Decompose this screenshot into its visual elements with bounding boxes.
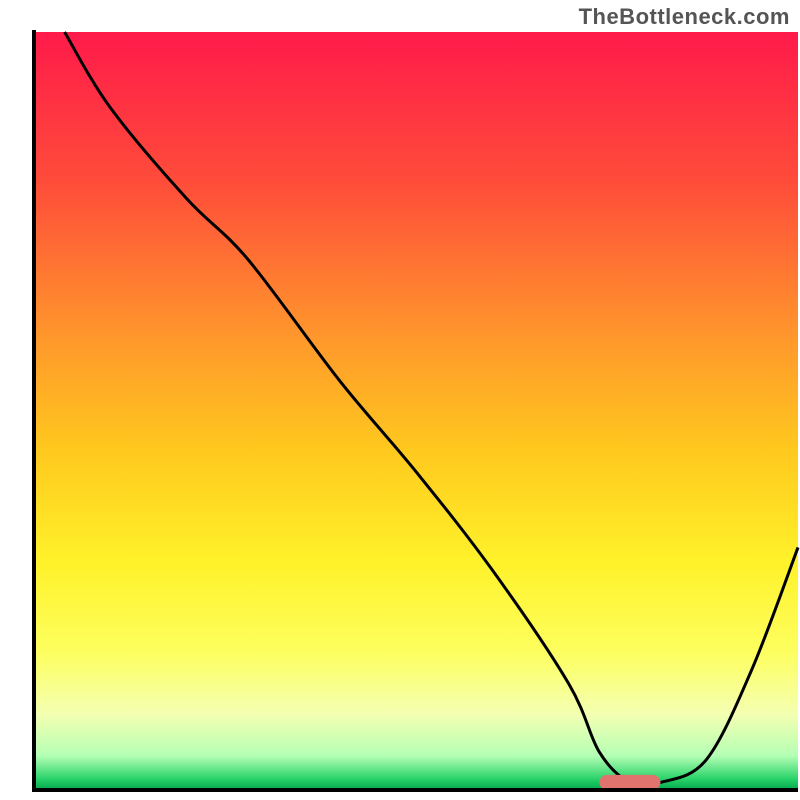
plot-background xyxy=(34,32,798,790)
chart-svg xyxy=(0,0,800,800)
optimal-marker xyxy=(599,775,660,790)
bottleneck-chart: TheBottleneck.com xyxy=(0,0,800,800)
